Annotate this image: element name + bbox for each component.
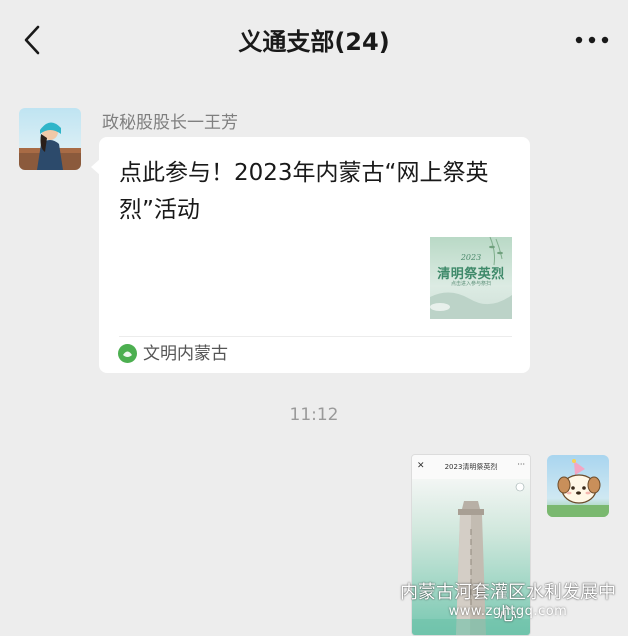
avatar-cartoon-icon: [547, 455, 609, 517]
image-title: 2023清明祭英烈: [444, 463, 498, 471]
card-title: 点此参与！2023年内蒙古“网上祭英烈”活动: [119, 160, 489, 223]
more-dots-icon: [575, 36, 609, 44]
source-logo-icon: [118, 344, 137, 363]
card-thumbnail: 2023 清明祭英烈 点击进入参与祭扫: [430, 237, 512, 319]
more-button[interactable]: [570, 22, 614, 58]
image-more-icon: ···: [517, 460, 525, 469]
chat-header: 义通支部(24): [0, 0, 628, 82]
thumbnail-subtitle: 点击进入参与祭扫: [450, 281, 491, 287]
chat-title: 义通支部(24): [238, 28, 390, 56]
link-card-message[interactable]: 点此参与！2023年内蒙古“网上祭英烈”活动 2023 清明祭英烈 点击进入参与…: [91, 137, 530, 373]
self-avatar[interactable]: [547, 455, 609, 517]
watermark-url: www.zghtgq.com: [448, 604, 568, 619]
card-source: 文明内蒙古: [143, 344, 228, 364]
message-timestamp: 11:12: [289, 405, 339, 425]
thumbnail-year: 2023: [460, 253, 482, 262]
avatar-photo-icon: [19, 108, 81, 170]
sender-name: 政秘股股长一王芳: [102, 113, 238, 133]
sender-avatar[interactable]: [19, 108, 81, 170]
card-divider: [119, 336, 512, 337]
image-topbar: ✕ 2023清明祭英烈 ···: [412, 455, 530, 479]
